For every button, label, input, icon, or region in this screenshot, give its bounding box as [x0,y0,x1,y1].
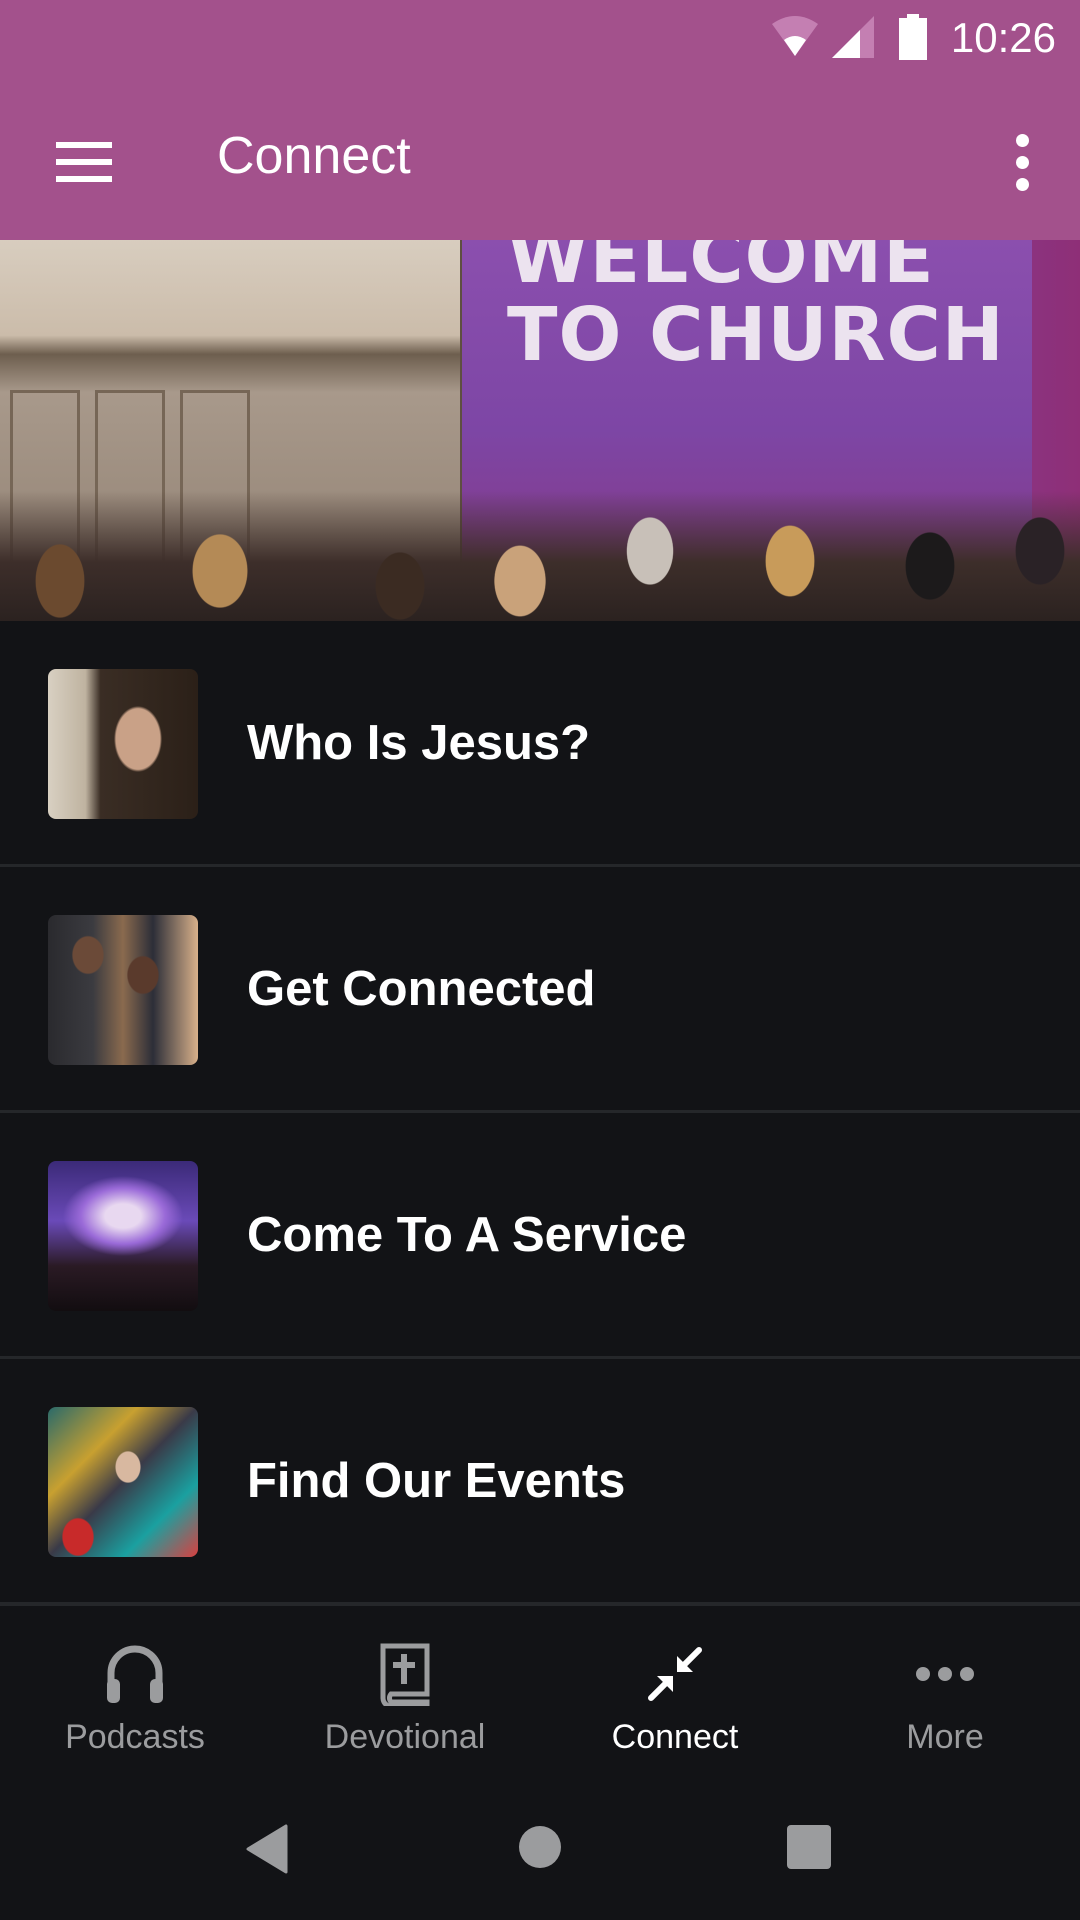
list-item[interactable]: Get Connected [0,867,1080,1113]
list-item-thumbnail [48,1407,198,1557]
bible-icon [373,1642,437,1706]
list-item-thumbnail [48,1161,198,1311]
hero-crowd [0,491,1080,621]
list-item[interactable]: Find Our Events [0,1359,1080,1605]
list-item-label: Who Is Jesus? [247,715,591,770]
headphones-icon [103,1642,167,1706]
home-icon[interactable] [517,1824,563,1870]
nav-label: More [906,1718,984,1756]
hero-banner: WELCOME TO CHURCH [0,240,1080,621]
nav-tab-more[interactable]: More [810,1606,1080,1780]
recents-icon[interactable] [786,1824,832,1870]
status-bar: 10:26 [0,0,1080,84]
more-horiz-icon [913,1642,977,1706]
list-item-label: Find Our Events [247,1453,626,1508]
nav-tab-devotional[interactable]: Devotional [270,1606,540,1780]
screen: 10:26 Connect WELCOME TO CHURCH Who Is J… [0,0,1080,1920]
app-title: Connect [217,127,411,185]
system-navigation-bar [0,1780,1080,1920]
wifi-icon [772,16,818,56]
nav-label: Devotional [324,1718,486,1756]
app-bar: Connect [0,84,1080,240]
bottom-navigation: Podcasts Devotional Connect More [0,1603,1080,1780]
cell-signal-icon [832,16,874,58]
list-item-thumbnail [48,915,198,1065]
list-item-thumbnail [48,669,198,819]
list-item-label: Get Connected [247,961,596,1016]
status-time: 10:26 [950,14,1056,61]
top-bar: 10:26 Connect [0,0,1080,240]
back-icon[interactable] [244,1824,290,1874]
list-item[interactable]: Come To A Service [0,1113,1080,1359]
nav-tab-connect[interactable]: Connect [540,1606,810,1780]
connect-arrows-icon [643,1642,707,1706]
nav-label: Connect [611,1718,739,1756]
banner-text: WELCOME TO CHURCH [507,240,1005,374]
banner-line-2: TO CHURCH [507,292,1005,378]
banner-line-1: WELCOME [507,240,935,300]
battery-icon [899,14,927,60]
list-item-label: Come To A Service [247,1207,687,1262]
connect-list: Who Is Jesus? Get Connected Come To A Se… [0,621,1080,1605]
nav-label: Podcasts [65,1718,205,1756]
list-item[interactable]: Who Is Jesus? [0,621,1080,867]
hamburger-menu-icon[interactable] [40,122,120,202]
nav-tab-podcasts[interactable]: Podcasts [0,1606,270,1780]
more-vert-icon[interactable] [992,120,1052,204]
